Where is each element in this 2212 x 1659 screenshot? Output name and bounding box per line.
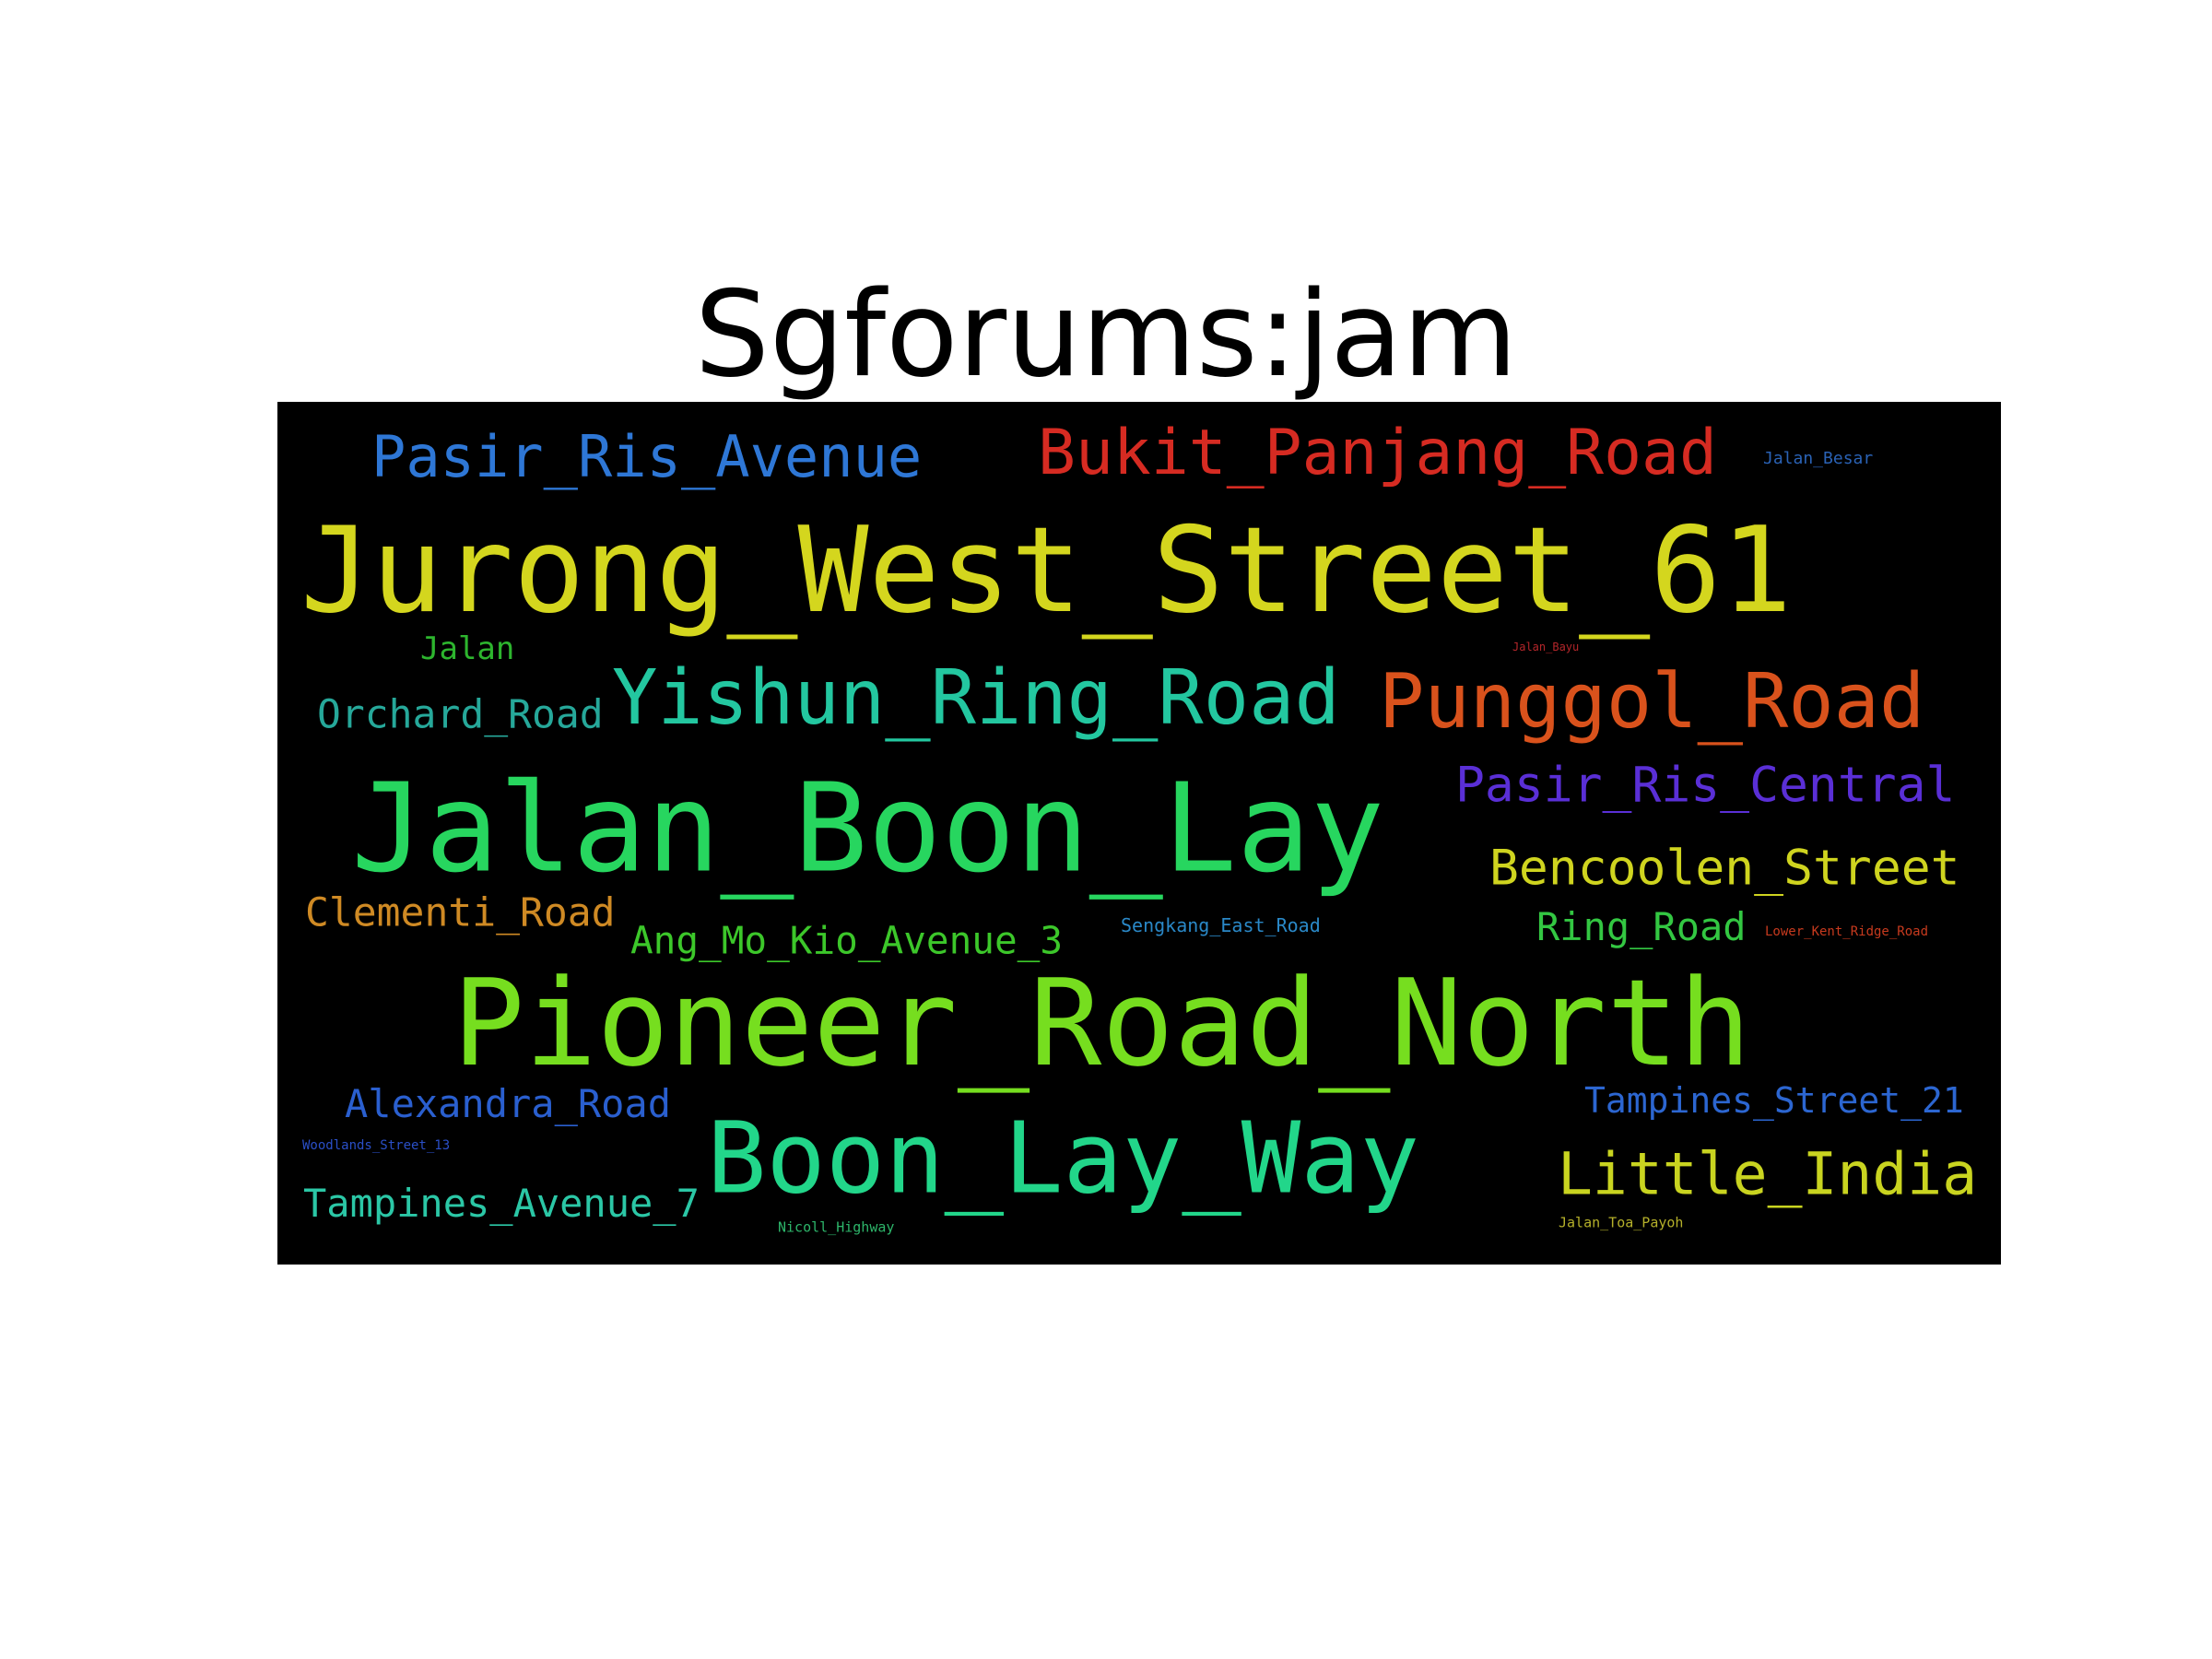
word-punggol-road: Punggol_Road bbox=[1379, 658, 1925, 746]
word-jalan-toa-payoh: Jalan_Toa_Payoh bbox=[1559, 1214, 1684, 1231]
word-cloud: Jurong_West_Street_61 Jalan_Boon_Lay Pio… bbox=[277, 402, 2001, 1265]
word-alexandra-road: Alexandra_Road bbox=[345, 1081, 672, 1126]
chart-title: Sgforums:jam bbox=[694, 266, 1518, 404]
word-pasir-ris-avenue: Pasir_Ris_Avenue bbox=[371, 423, 923, 490]
word-jalan: Jalan bbox=[420, 630, 515, 667]
word-bukit-panjang-road: Bukit_Panjang_Road bbox=[1038, 417, 1717, 489]
word-jalan-bayu: Jalan_Bayu bbox=[1512, 641, 1580, 653]
word-ring-road: Ring_Road bbox=[1536, 904, 1747, 949]
word-jalan-boon-lay: Jalan_Boon_Lay bbox=[351, 758, 1385, 900]
word-ang-mo-kio-avenue-3: Ang_Mo_Kio_Avenue_3 bbox=[630, 918, 1063, 963]
word-jalan-besar: Jalan_Besar bbox=[1763, 449, 1874, 468]
word-woodlands-street-13: Woodlands_Street_13 bbox=[302, 1138, 451, 1153]
word-pasir-ris-central: Pasir_Ris_Central bbox=[1455, 757, 1956, 814]
word-lower-kent-ridge-road: Lower_Kent_Ridge_Road bbox=[1765, 924, 1929, 939]
word-clementi-road: Clementi_Road bbox=[305, 889, 616, 936]
word-tampines-avenue-7: Tampines_Avenue_7 bbox=[303, 1181, 700, 1226]
word-boon-lay-way: Boon_Lay_Way bbox=[707, 1101, 1420, 1217]
word-jurong-west-street-61: Jurong_West_Street_61 bbox=[300, 502, 1793, 640]
word-yishun-ring-road: Yishun_Ring_Road bbox=[612, 654, 1340, 742]
word-orchard-road: Orchard_Road bbox=[317, 691, 604, 738]
word-pioneer-road-north: Pioneer_Road_North bbox=[453, 953, 1751, 1093]
word-nicoll-highway: Nicoll_Highway bbox=[778, 1218, 895, 1236]
word-bencoolen-street: Bencoolen_Street bbox=[1489, 840, 1960, 897]
word-tampines-street-21: Tampines_Street_21 bbox=[1584, 1080, 1964, 1121]
word-sengkang-east-road: Sengkang_East_Road bbox=[1121, 914, 1321, 936]
word-little-india: Little_India bbox=[1558, 1140, 1978, 1208]
